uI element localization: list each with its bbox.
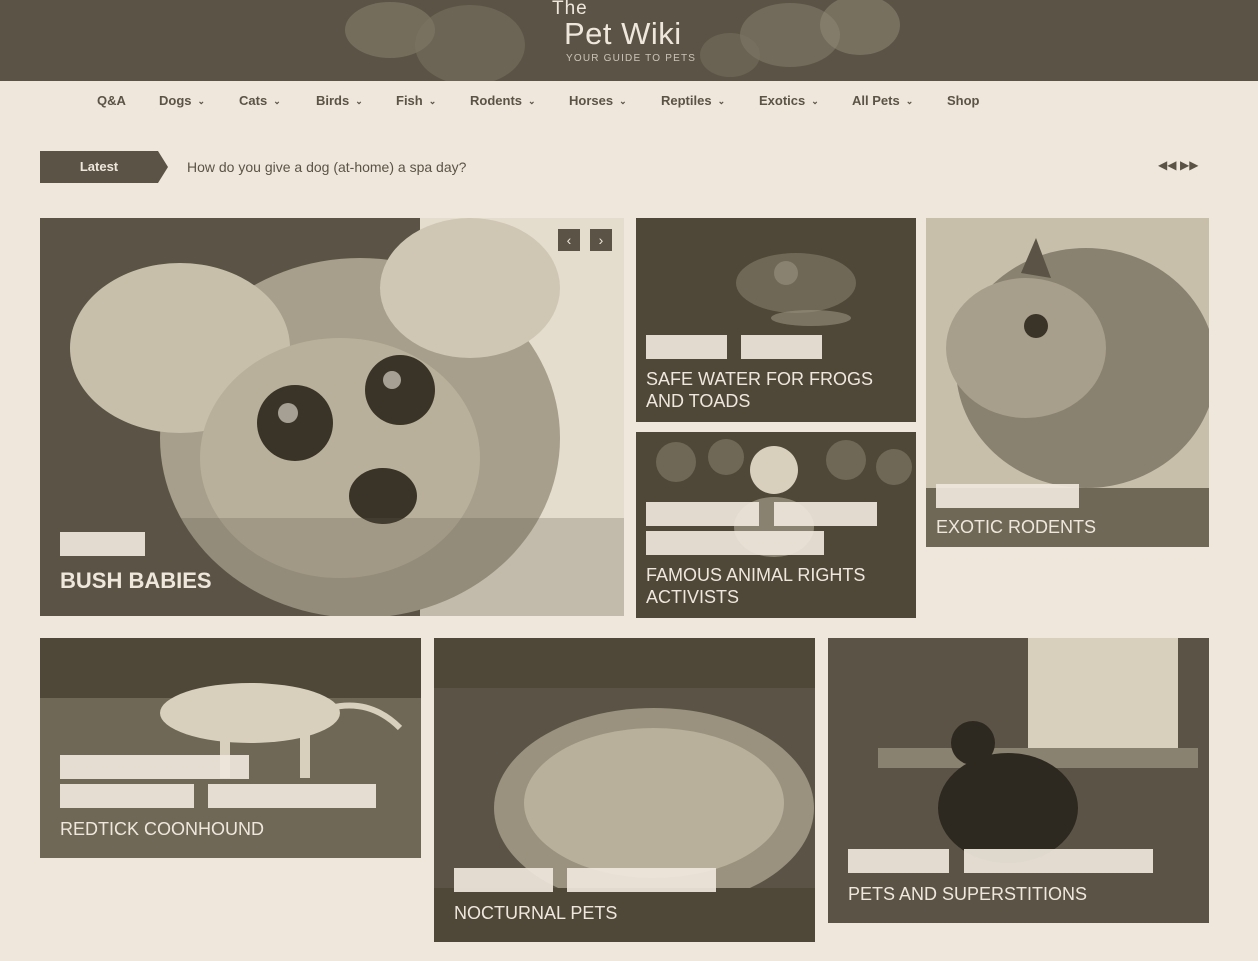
tile-title[interactable]: FAMOUS ANIMAL RIGHTS ACTIVISTS	[646, 564, 911, 608]
hedgehog-image	[434, 638, 815, 942]
tile-title[interactable]: NOCTURNAL PETS	[454, 902, 804, 924]
slider-next-button[interactable]: ›	[590, 229, 612, 251]
tile-title[interactable]: BUSH BABIES	[60, 568, 212, 594]
nav-item-all-pets[interactable]: All Pets ⌄	[852, 93, 913, 108]
category-tag[interactable]	[741, 335, 822, 359]
category-tag[interactable]	[936, 484, 1079, 508]
chevron-down-icon: ⌄	[197, 96, 206, 106]
chevron-down-icon: ⌄	[428, 96, 437, 106]
featured-tile-bush-babies[interactable]: BUSH BABIES	[40, 218, 624, 616]
category-tag[interactable]	[454, 868, 553, 892]
logo-tagline: YOUR GUIDE TO PETS	[566, 53, 697, 64]
featured-tile-superstitions[interactable]: PETS AND SUPERSTITIONS	[828, 638, 1209, 923]
nav-item-label: Q&A	[97, 93, 126, 108]
nav-item-fish[interactable]: Fish ⌄	[396, 93, 436, 108]
category-tag[interactable]	[646, 531, 824, 555]
nav-item-qa[interactable]: Q&A	[97, 93, 126, 108]
ticker-next-icon[interactable]: ▶▶	[1180, 158, 1198, 172]
category-tag[interactable]	[60, 784, 194, 808]
category-tag[interactable]	[646, 335, 727, 359]
nav-item-reptiles[interactable]: Reptiles ⌄	[661, 93, 725, 108]
nav-item-shop[interactable]: Shop	[947, 93, 980, 108]
category-tag[interactable]	[567, 868, 716, 892]
chevron-down-icon: ⌄	[273, 96, 281, 106]
nav-item-label: Horses	[569, 93, 614, 108]
ticker-headline[interactable]: How do you give a dog (at-home) a spa da…	[187, 159, 466, 175]
category-tag[interactable]	[848, 849, 949, 873]
chevron-down-icon: ⌄	[717, 96, 726, 106]
site-header: The Pet Wiki YOUR GUIDE TO PETS	[0, 0, 1258, 81]
logo-title: Pet Wiki	[564, 16, 682, 51]
nav-item-label: Rodents	[470, 93, 522, 108]
nav-item-cats[interactable]: Cats ⌄	[239, 93, 281, 108]
nav-item-label: Exotics	[759, 93, 806, 108]
category-tag[interactable]	[964, 849, 1153, 873]
nav-item-label: Cats	[239, 93, 268, 108]
tile-title[interactable]: EXOTIC RODENTS	[936, 516, 1201, 538]
chevron-down-icon: ⌄	[905, 96, 914, 106]
main-nav: Q&A Dogs ⌄ Cats ⌄ Birds ⌄ Fish ⌄ Rodents ⌄ Ho…	[0, 81, 1258, 121]
category-tag[interactable]	[646, 502, 759, 526]
category-tag[interactable]	[60, 532, 145, 556]
nav-item-rodents[interactable]: Rodents ⌄	[470, 93, 536, 108]
featured-tile-exotic-rodents[interactable]: EXOTIC RODENTS	[926, 218, 1209, 547]
nav-item-label: All Pets	[852, 93, 900, 108]
tile-title[interactable]: PETS AND SUPERSTITIONS	[848, 883, 1198, 905]
nav-item-birds[interactable]: Birds ⌄	[316, 93, 363, 108]
featured-tile-coonhound[interactable]: REDTICK COONHOUND	[40, 638, 421, 858]
bush-baby-image	[40, 218, 624, 616]
featured-tile-activists[interactable]: FAMOUS ANIMAL RIGHTS ACTIVISTS	[636, 432, 916, 618]
tile-title[interactable]: SAFE WATER FOR FROGS AND TOADS	[646, 368, 911, 412]
nav-item-horses[interactable]: Horses ⌄	[569, 93, 627, 108]
category-tag[interactable]	[208, 784, 376, 808]
nav-item-exotics[interactable]: Exotics ⌄	[759, 93, 819, 108]
category-tag[interactable]	[60, 755, 249, 779]
nav-item-label: Fish	[396, 93, 423, 108]
tile-title[interactable]: REDTICK COONHOUND	[60, 818, 410, 840]
chevron-down-icon: ⌄	[355, 96, 363, 106]
featured-tile-frogs[interactable]: SAFE WATER FOR FROGS AND TOADS	[636, 218, 916, 422]
nav-item-label: Reptiles	[661, 93, 712, 108]
ticker-label: Latest	[40, 151, 168, 183]
chevron-down-icon: ⌄	[619, 96, 627, 106]
featured-tile-nocturnal[interactable]: NOCTURNAL PETS	[434, 638, 815, 942]
nav-item-dogs[interactable]: Dogs ⌄	[159, 93, 205, 108]
category-tag[interactable]	[774, 502, 877, 526]
nav-item-label: Shop	[947, 93, 980, 108]
site-logo[interactable]: The Pet Wiki YOUR GUIDE TO PETS	[540, 0, 740, 81]
black-cat-image	[828, 638, 1209, 923]
ticker-prev-icon[interactable]: ◀◀	[1158, 158, 1176, 172]
nav-item-label: Dogs	[159, 93, 192, 108]
chevron-down-icon: ⌄	[528, 96, 536, 106]
chevron-down-icon: ⌄	[811, 96, 819, 106]
slider-prev-button[interactable]: ‹	[558, 229, 580, 251]
nav-item-label: Birds	[316, 93, 350, 108]
